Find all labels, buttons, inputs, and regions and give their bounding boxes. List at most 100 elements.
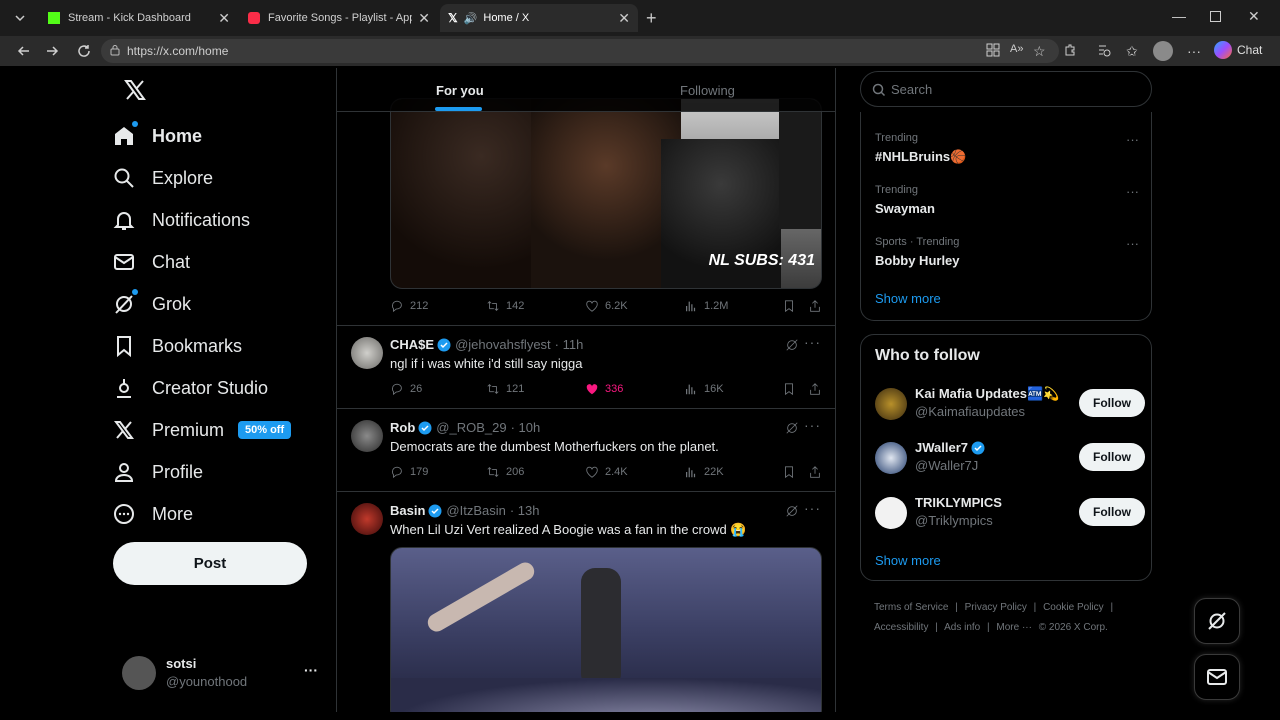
close-tab-icon[interactable]: ✕ bbox=[218, 10, 230, 27]
maximize-icon[interactable] bbox=[1210, 11, 1221, 22]
forward-arrow-icon[interactable] bbox=[44, 43, 60, 59]
footer-more-link[interactable]: More ··· bbox=[996, 622, 1032, 633]
read-aloud-icon[interactable]: A» bbox=[1010, 43, 1026, 59]
trend-item[interactable]: Sports · Trending Bobby Hurley ··· bbox=[875, 236, 1139, 268]
nav-more[interactable]: More bbox=[112, 494, 193, 534]
trend-item[interactable]: Trending #NHLBruins🏀 ··· bbox=[875, 132, 1139, 165]
avatar[interactable] bbox=[351, 420, 383, 452]
avatar[interactable] bbox=[351, 337, 383, 369]
author-name[interactable]: Rob bbox=[390, 420, 415, 435]
favorite-star-icon[interactable]: ☆ bbox=[1033, 43, 1049, 59]
speaker-icon[interactable]: 🔊 bbox=[464, 12, 478, 25]
views-button[interactable]: 16K bbox=[684, 382, 724, 396]
author-handle[interactable]: @ItzBasin bbox=[446, 503, 505, 518]
trends-show-more-link[interactable]: Show more bbox=[875, 291, 941, 306]
reload-icon[interactable] bbox=[76, 43, 92, 59]
copilot-chat-button[interactable]: Chat bbox=[1214, 41, 1262, 59]
close-tab-icon[interactable]: ✕ bbox=[418, 10, 430, 27]
trend-more-icon[interactable]: ··· bbox=[1126, 184, 1139, 199]
nav-creator-studio[interactable]: Creator Studio bbox=[112, 368, 268, 408]
follow-button[interactable]: Follow bbox=[1079, 389, 1145, 417]
nav-notifications[interactable]: Notifications bbox=[112, 200, 250, 240]
extensions-icon[interactable] bbox=[1063, 43, 1079, 59]
grok-floating-button[interactable] bbox=[1194, 598, 1240, 644]
like-button[interactable]: 336 bbox=[585, 382, 623, 396]
follow-button[interactable]: Follow bbox=[1079, 498, 1145, 526]
tab-x-home[interactable]: 𝕏 🔊 Home / X ✕ bbox=[440, 4, 638, 32]
like-button[interactable]: 2.4K bbox=[585, 465, 628, 479]
grok-icon[interactable] bbox=[785, 504, 799, 518]
tweet-time[interactable]: · 13h bbox=[510, 503, 540, 518]
site-info-icon[interactable] bbox=[109, 44, 121, 56]
tab-apple-music[interactable]: Favorite Songs - Playlist - Apple M ✕ bbox=[240, 4, 438, 32]
tweet[interactable]: Basin @ItzBasin · 13h ··· When Lil Uzi V… bbox=[337, 492, 835, 712]
reply-button[interactable]: 26 bbox=[390, 382, 422, 396]
tweet-more-icon[interactable]: ··· bbox=[804, 500, 821, 516]
reply-button[interactable]: 212 bbox=[390, 299, 428, 313]
bookmark-button[interactable] bbox=[782, 299, 802, 313]
follow-button[interactable]: Follow bbox=[1079, 443, 1145, 471]
tweet-media-video[interactable] bbox=[390, 547, 822, 712]
nav-profile[interactable]: Profile bbox=[112, 452, 203, 492]
tab-for-you[interactable]: For you bbox=[435, 68, 484, 112]
author-name[interactable]: Basin bbox=[390, 503, 425, 518]
browser-essentials-icon[interactable] bbox=[1097, 43, 1113, 59]
tweet-time[interactable]: · 10h bbox=[511, 420, 541, 435]
ads-info-link[interactable]: Ads info bbox=[944, 622, 980, 633]
tweet-more-icon[interactable]: ··· bbox=[804, 334, 821, 350]
trend-more-icon[interactable]: ··· bbox=[1126, 236, 1139, 251]
repost-button[interactable]: 142 bbox=[486, 299, 524, 313]
app-available-icon[interactable] bbox=[986, 43, 1002, 59]
nav-grok[interactable]: Grok bbox=[112, 284, 191, 324]
follow-suggestion[interactable]: TRIKLYMPICS @Triklympics Follow bbox=[875, 495, 1145, 535]
cookie-link[interactable]: Cookie Policy bbox=[1043, 602, 1104, 613]
like-button[interactable]: 6.2K bbox=[585, 299, 628, 313]
account-switcher[interactable]: sotsi @younothood ··· bbox=[122, 656, 328, 692]
back-arrow-icon[interactable] bbox=[16, 43, 32, 59]
follow-suggestion[interactable]: Kai Mafia Updates🏧💫 @Kaimafiaupdates Fol… bbox=[875, 386, 1145, 426]
settings-more-icon[interactable]: ··· bbox=[1187, 43, 1203, 59]
repost-button[interactable]: 121 bbox=[486, 382, 524, 396]
author-handle[interactable]: @_ROB_29 bbox=[436, 420, 506, 435]
accessibility-link[interactable]: Accessibility bbox=[874, 622, 928, 633]
address-bar[interactable]: https://x.com/home bbox=[101, 39, 1059, 63]
minimize-icon[interactable]: — bbox=[1172, 8, 1186, 24]
share-button[interactable] bbox=[808, 299, 828, 313]
tab-list-chevron-icon[interactable] bbox=[12, 10, 32, 26]
new-tab-plus-icon[interactable]: + bbox=[646, 8, 657, 29]
privacy-link[interactable]: Privacy Policy bbox=[965, 602, 1027, 613]
terms-link[interactable]: Terms of Service bbox=[874, 602, 948, 613]
profile-avatar-icon[interactable] bbox=[1153, 41, 1173, 61]
follow-suggestion[interactable]: JWaller7 @Waller7J Follow bbox=[875, 440, 1145, 480]
trend-more-icon[interactable]: ··· bbox=[1126, 132, 1139, 147]
collections-star-icon[interactable]: ✩ bbox=[1126, 43, 1142, 59]
bookmark-button[interactable] bbox=[782, 465, 802, 479]
close-window-icon[interactable]: ✕ bbox=[1248, 8, 1260, 25]
author-handle[interactable]: @jehovahsflyest bbox=[455, 337, 551, 352]
trend-item[interactable]: Trending Swayman ··· bbox=[875, 184, 1139, 216]
nav-bookmarks[interactable]: Bookmarks bbox=[112, 326, 242, 366]
share-button[interactable] bbox=[808, 465, 828, 479]
messages-floating-button[interactable] bbox=[1194, 654, 1240, 700]
nav-home[interactable]: Home bbox=[112, 116, 202, 156]
views-button[interactable]: 1.2M bbox=[684, 299, 728, 313]
tweet-media-video[interactable]: NL SUBS: 431 bbox=[390, 98, 822, 289]
views-button[interactable]: 22K bbox=[684, 465, 724, 479]
avatar[interactable] bbox=[351, 503, 383, 535]
search-input[interactable]: Search bbox=[860, 71, 1152, 107]
tab-following[interactable]: Following bbox=[680, 68, 735, 112]
account-more-icon[interactable]: ··· bbox=[304, 662, 318, 678]
close-tab-icon[interactable]: ✕ bbox=[618, 10, 630, 27]
tweet[interactable]: Rob @_ROB_29 · 10h ··· Democrats are the… bbox=[337, 409, 835, 492]
bookmark-button[interactable] bbox=[782, 382, 802, 396]
tab-kick[interactable]: Stream - Kick Dashboard ✕ bbox=[40, 4, 238, 32]
x-logo-icon[interactable] bbox=[123, 78, 147, 102]
tweet-more-icon[interactable]: ··· bbox=[804, 417, 821, 433]
nav-chat[interactable]: Chat bbox=[112, 242, 190, 282]
tweet[interactable]: CHA$E @jehovahsflyest · 11h ··· ngl if i… bbox=[337, 326, 835, 409]
nav-explore[interactable]: Explore bbox=[112, 158, 213, 198]
author-name[interactable]: CHA$E bbox=[390, 337, 434, 352]
post-button[interactable]: Post bbox=[113, 542, 307, 585]
follow-show-more-link[interactable]: Show more bbox=[875, 553, 941, 568]
grok-icon[interactable] bbox=[785, 338, 799, 352]
